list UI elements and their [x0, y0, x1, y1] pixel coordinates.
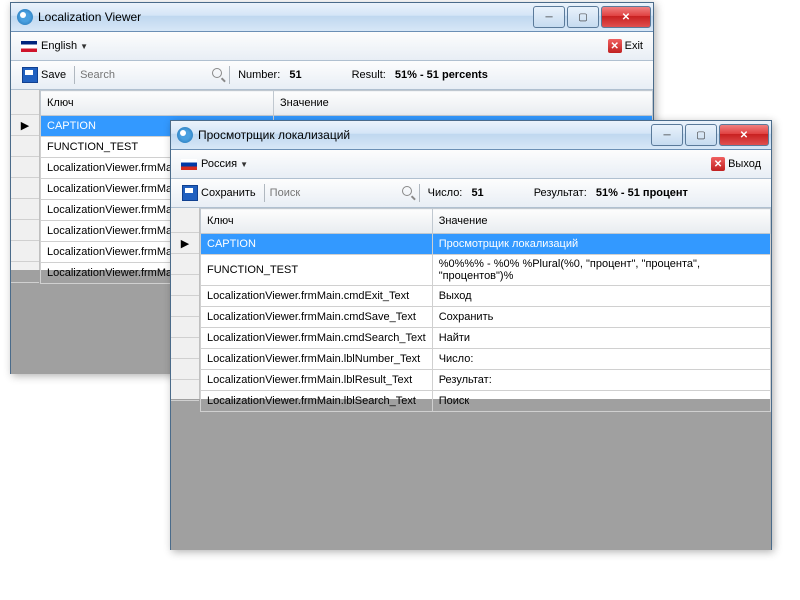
maximize-button[interactable]: ▢	[567, 6, 599, 28]
minimize-button[interactable]: ─	[651, 124, 683, 146]
close-icon: ✕	[608, 39, 622, 53]
result-label: Result:	[352, 69, 386, 81]
table-row[interactable]: LocalizationViewer.frmMain.cmdSave_TextС…	[201, 307, 771, 328]
number-display: Number: 51	[233, 67, 307, 83]
result-display: Result: 51% - 51 percents	[347, 67, 493, 83]
search-icon[interactable]	[402, 186, 416, 200]
col-value-header[interactable]: Значение	[274, 91, 653, 116]
language-label: Россия	[201, 158, 237, 170]
window-buttons: ─ ▢ ✕	[533, 6, 653, 28]
window-title: Localization Viewer	[38, 10, 533, 24]
header-row: Ключ Значение	[201, 209, 771, 234]
number-value: 51	[471, 187, 483, 199]
language-dropdown[interactable]: English ▼	[17, 38, 92, 54]
search-icon[interactable]	[212, 68, 226, 82]
exit-button[interactable]: ✕ Exit	[604, 37, 647, 55]
number-display: Число: 51	[423, 185, 489, 201]
data-grid: ▶ Ключ Значение CAPTIONПросмотрщик локал…	[171, 208, 771, 399]
save-button[interactable]: Сохранить	[177, 183, 261, 203]
close-icon: ✕	[711, 157, 725, 171]
col-key-header[interactable]: Ключ	[201, 209, 433, 234]
save-label: Сохранить	[201, 187, 256, 199]
row-selector-column: ▶	[11, 90, 40, 270]
app-icon	[177, 127, 193, 143]
col-value-header[interactable]: Значение	[432, 209, 770, 234]
window-title: Просмотрщик локализаций	[198, 128, 651, 142]
titlebar[interactable]: Просмотрщик локализаций ─ ▢ ✕	[171, 121, 771, 150]
number-label: Number:	[238, 69, 280, 81]
save-button[interactable]: Save	[17, 65, 71, 85]
table-row[interactable]: FUNCTION_TEST%0%%% - %0% %Plural(%0, "пр…	[201, 255, 771, 286]
search-input[interactable]	[268, 186, 402, 200]
titlebar[interactable]: Localization Viewer ─ ▢ ✕	[11, 3, 653, 32]
minimize-button[interactable]: ─	[533, 6, 565, 28]
save-label: Save	[41, 69, 66, 81]
table-row[interactable]: LocalizationViewer.frmMain.cmdSearch_Tex…	[201, 328, 771, 349]
exit-label: Выход	[728, 158, 761, 170]
result-value: 51% - 51 процент	[596, 187, 688, 199]
language-dropdown[interactable]: Россия ▼	[177, 156, 252, 172]
chevron-down-icon: ▼	[80, 42, 88, 51]
save-icon	[182, 185, 198, 201]
chevron-down-icon: ▼	[240, 160, 248, 169]
flag-uk-icon	[21, 41, 37, 52]
exit-label: Exit	[625, 40, 643, 52]
number-value: 51	[289, 69, 301, 81]
table-row[interactable]: LocalizationViewer.frmMain.lblResult_Tex…	[201, 370, 771, 391]
content: Россия ▼ ✕ Выход Сохранить Число: 51	[171, 150, 771, 550]
window-russian: Просмотрщик локализаций ─ ▢ ✕ Россия ▼ ✕…	[170, 120, 772, 550]
exit-button[interactable]: ✕ Выход	[707, 155, 765, 173]
search-input[interactable]	[78, 68, 212, 82]
table-row[interactable]: LocalizationViewer.frmMain.lblSearch_Tex…	[201, 391, 771, 412]
result-display: Результат: 51% - 51 процент	[529, 185, 693, 201]
app-icon	[17, 9, 33, 25]
row-indicator[interactable]: ▶	[11, 115, 39, 136]
table-row[interactable]: LocalizationViewer.frmMain.lblNumber_Tex…	[201, 349, 771, 370]
save-icon	[22, 67, 38, 83]
col-key-header[interactable]: Ключ	[41, 91, 274, 116]
row-indicator[interactable]: ▶	[171, 233, 199, 254]
close-button[interactable]: ✕	[601, 6, 651, 28]
maximize-button[interactable]: ▢	[685, 124, 717, 146]
row-selector-column: ▶	[171, 208, 200, 399]
language-toolbar: English ▼ ✕ Exit	[11, 32, 653, 61]
main-toolbar: Сохранить Число: 51 Результат: 51% - 51 …	[171, 179, 771, 208]
language-toolbar: Россия ▼ ✕ Выход	[171, 150, 771, 179]
table-row[interactable]: LocalizationViewer.frmMain.cmdExit_TextВ…	[201, 286, 771, 307]
language-label: English	[41, 40, 77, 52]
main-toolbar: Save Number: 51 Result: 51% - 51 percent…	[11, 61, 653, 90]
empty-area	[171, 399, 771, 550]
result-label: Результат:	[534, 187, 587, 199]
window-buttons: ─ ▢ ✕	[651, 124, 771, 146]
table-row[interactable]: CAPTIONПросмотрщик локализаций	[201, 234, 771, 255]
result-value: 51% - 51 percents	[395, 69, 488, 81]
flag-ru-icon	[181, 159, 197, 170]
header-row: Ключ Значение	[41, 91, 653, 116]
close-button[interactable]: ✕	[719, 124, 769, 146]
number-label: Число:	[428, 187, 463, 199]
